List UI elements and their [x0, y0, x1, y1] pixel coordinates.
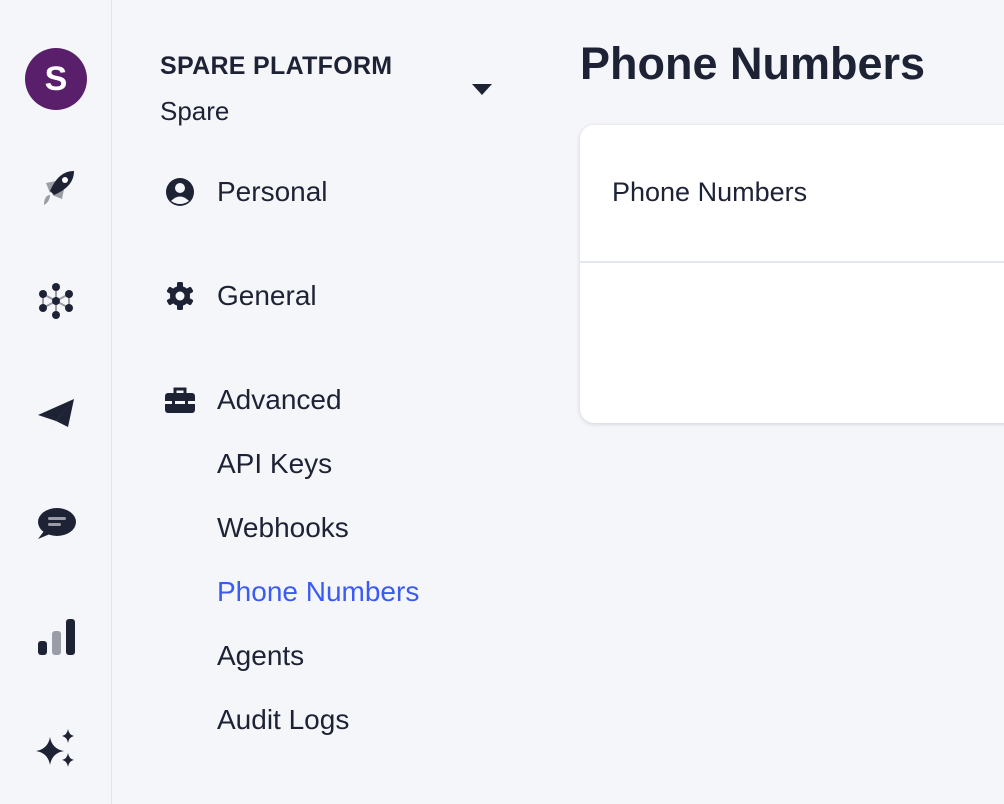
chat-bubble-icon[interactable]	[25, 494, 87, 556]
user-circle-icon	[162, 174, 198, 210]
sidebar-item-audit-logs[interactable]: Audit Logs	[217, 704, 349, 736]
paper-plane-icon[interactable]	[25, 382, 87, 444]
app-rail: S	[0, 0, 112, 804]
card-divider	[580, 261, 1004, 263]
page-title: Phone Numbers	[580, 38, 926, 89]
rocket-icon[interactable]	[25, 158, 87, 220]
bar-chart-icon[interactable]	[25, 606, 87, 668]
toolbox-icon	[162, 382, 198, 418]
org-switcher-caret-icon[interactable]	[472, 84, 492, 95]
gear-icon	[162, 278, 198, 314]
settings-sidebar: SPARE PLATFORM Spare Personal General Ad…	[112, 0, 552, 804]
sidebar-item-webhooks[interactable]: Webhooks	[217, 512, 349, 544]
sidebar-item-phone-numbers[interactable]: Phone Numbers	[217, 576, 419, 608]
phone-numbers-card: Phone Numbers	[580, 125, 1004, 423]
org-name: SPARE PLATFORM	[160, 52, 393, 80]
sidebar-item-agents[interactable]: Agents	[217, 640, 304, 672]
sparkles-icon[interactable]	[25, 718, 87, 780]
sidebar-section-personal[interactable]: Personal	[162, 174, 328, 210]
org-subtitle: Spare	[160, 96, 230, 126]
sidebar-section-general[interactable]: General	[162, 278, 317, 314]
sidebar-item-api-keys[interactable]: API Keys	[217, 448, 332, 480]
network-icon[interactable]	[25, 270, 87, 332]
sidebar-section-advanced[interactable]: Advanced	[162, 382, 342, 418]
org-avatar[interactable]: S	[25, 48, 87, 110]
card-title: Phone Numbers	[612, 177, 808, 207]
